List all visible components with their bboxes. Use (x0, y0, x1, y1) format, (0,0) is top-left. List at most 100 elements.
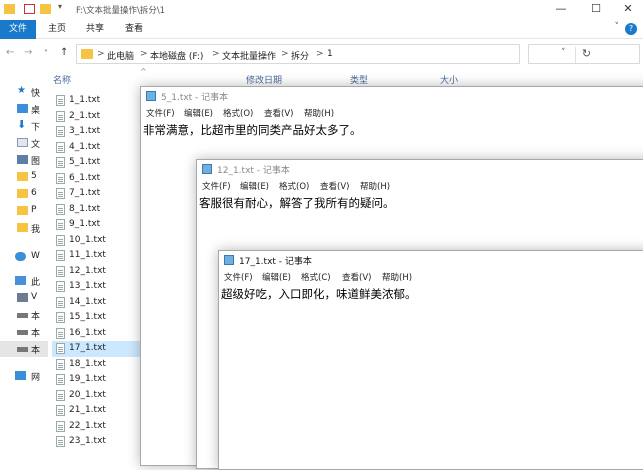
menu-format[interactable]: 格式(O) (279, 180, 309, 192)
file-row[interactable]: 7_1.txt (52, 186, 140, 202)
back-button[interactable]: ← (6, 47, 14, 58)
file-row[interactable]: 11_1.txt (52, 248, 140, 264)
file-row[interactable]: 6_1.txt (52, 171, 140, 187)
forward-button[interactable]: → (24, 47, 32, 58)
minimize-button[interactable]: — (545, 0, 577, 18)
help-icon[interactable]: ? (625, 23, 637, 35)
file-row[interactable]: 12_1.txt (52, 264, 140, 280)
tab-view[interactable]: 查看 (125, 20, 143, 39)
file-row[interactable]: 9_1.txt (52, 217, 140, 233)
file-name: 10_1.txt (69, 234, 106, 245)
tab-file[interactable]: 文件 (0, 20, 36, 39)
file-row[interactable]: 5_1.txt (52, 155, 140, 171)
menu-file[interactable]: 文件(F) (146, 107, 175, 119)
ribbon-expand-icon[interactable]: ˅ (615, 22, 620, 32)
address-bar[interactable]: > 此电脑 > 本地磁盘 (F:) > 文本批量操作 > 拆分 > 1 ˅ ↻ (76, 44, 591, 64)
file-row[interactable]: 20_1.txt (52, 388, 140, 404)
nav-item-label: P (31, 205, 37, 215)
nav-item-this-pc[interactable]: 此 (0, 273, 48, 289)
maximize-button[interactable]: ☐ (580, 0, 612, 18)
nav-item-wps-cloud[interactable]: W (0, 249, 48, 265)
breadcrumb-text-batch[interactable]: 文本批量操作 (222, 49, 276, 62)
quick-access-dropdown-icon[interactable]: ▾ (58, 2, 62, 12)
breadcrumb-this-pc[interactable]: 此电脑 (107, 49, 134, 62)
menu-help[interactable]: 帮助(H) (304, 107, 334, 119)
menu-file[interactable]: 文件(F) (202, 180, 231, 192)
nav-item-folder-6[interactable]: 6 (0, 186, 48, 202)
menu-view[interactable]: 查看(V) (342, 271, 371, 283)
breadcrumb-separator: > (212, 49, 220, 59)
file-row[interactable]: 1_1.txt (52, 93, 140, 109)
close-button[interactable]: ✕ (612, 0, 643, 18)
menu-file[interactable]: 文件(F) (224, 271, 253, 283)
file-row[interactable]: 16_1.txt (52, 326, 140, 342)
file-row[interactable]: 10_1.txt (52, 233, 140, 249)
column-header-type[interactable]: 类型 (350, 73, 368, 86)
notepad-text-area[interactable]: 客服很有耐心，解答了我所有的疑问。 (199, 195, 395, 211)
file-row[interactable]: 4_1.txt (52, 140, 140, 156)
recent-locations-button[interactable]: ˅ (44, 49, 48, 58)
notepad-text-area[interactable]: 非常满意，比超市里的同类产品好太多了。 (143, 122, 362, 138)
file-row[interactable]: 8_1.txt (52, 202, 140, 218)
file-row[interactable]: 17_1.txt (52, 341, 140, 357)
nav-item-folder-5[interactable]: 5 (0, 169, 48, 185)
file-row[interactable]: 3_1.txt (52, 124, 140, 140)
up-button[interactable]: ↑ (60, 47, 68, 58)
menu-help[interactable]: 帮助(H) (382, 271, 412, 283)
text-file-icon (56, 110, 65, 122)
file-row[interactable]: 15_1.txt (52, 310, 140, 326)
notepad-title-bar[interactable]: 12_1.txt - 记事本 (197, 160, 643, 178)
nav-item-drive-1[interactable]: 本 (0, 307, 48, 323)
file-row[interactable]: 23_1.txt (52, 434, 140, 450)
nav-item-quick-access[interactable]: ★ 快 (0, 84, 48, 100)
menu-edit[interactable]: 编辑(E) (262, 271, 291, 283)
file-row[interactable]: 22_1.txt (52, 419, 140, 435)
file-row[interactable]: 2_1.txt (52, 109, 140, 125)
breadcrumb-split[interactable]: 拆分 (291, 49, 309, 62)
tab-home[interactable]: 主页 (48, 20, 66, 39)
file-row[interactable]: 19_1.txt (52, 372, 140, 388)
nav-item-label: 6 (31, 188, 37, 198)
notepad-title-bar[interactable]: 5_1.txt - 记事本 (141, 87, 643, 105)
menu-format[interactable]: 格式(C) (301, 271, 331, 283)
breadcrumb-folder-1[interactable]: 1 (327, 49, 333, 59)
file-name: 18_1.txt (69, 358, 106, 369)
nav-item-drive-3[interactable]: 本 (0, 341, 48, 357)
text-file-icon (56, 281, 65, 292)
new-folder-icon[interactable] (40, 4, 51, 14)
nav-item-drive-2[interactable]: 本 (0, 324, 48, 340)
file-row[interactable]: 18_1.txt (52, 357, 140, 373)
column-header-date[interactable]: 修改日期 (246, 73, 282, 86)
file-row[interactable]: 14_1.txt (52, 295, 140, 311)
search-input[interactable] (528, 44, 640, 64)
menu-edit[interactable]: 编辑(E) (240, 180, 269, 192)
menu-edit[interactable]: 编辑(E) (184, 107, 213, 119)
column-header-name[interactable]: 名称 (53, 73, 71, 86)
text-file-icon (56, 95, 65, 106)
notepad-title: 5_1.txt - 记事本 (161, 93, 229, 103)
breadcrumb-drive-f[interactable]: 本地磁盘 (F:) (150, 49, 203, 62)
file-row[interactable]: 21_1.txt (52, 403, 140, 419)
notepad-title-bar[interactable]: 17_1.txt - 记事本 (219, 251, 643, 269)
file-row[interactable]: 13_1.txt (52, 279, 140, 295)
column-header-size[interactable]: 大小 (440, 73, 458, 86)
nav-item-folder-p[interactable]: P (0, 203, 48, 219)
menu-help[interactable]: 帮助(H) (360, 180, 390, 192)
file-list: 1_1.txt 2_1.txt 3_1.txt 4_1.txt 5_1.txt 6_1.t… (52, 93, 142, 457)
folder-icon (81, 49, 93, 59)
nav-item-network[interactable]: 网 (0, 368, 48, 384)
nav-item-pictures[interactable]: 图 (0, 152, 48, 168)
nav-item-desktop[interactable]: 桌 (0, 101, 48, 117)
nav-item-documents[interactable]: 文 (0, 135, 48, 151)
nav-item-folder-wo[interactable]: 我 (0, 220, 48, 236)
nav-item-downloads[interactable]: ⬇ 下 (0, 118, 48, 134)
tab-share[interactable]: 共享 (86, 20, 104, 39)
menu-view[interactable]: 查看(V) (320, 180, 349, 192)
nav-item-videos[interactable]: V (0, 290, 48, 306)
properties-icon[interactable] (24, 4, 35, 14)
menu-format[interactable]: 格式(O) (223, 107, 253, 119)
menu-view[interactable]: 查看(V) (264, 107, 293, 119)
breadcrumb-separator: > (97, 49, 105, 59)
notepad-text-area[interactable]: 超级好吃，入口即化，味道鲜美浓郁。 (221, 286, 417, 302)
notepad-window-17[interactable]: 17_1.txt - 记事本 文件(F) 编辑(E) 格式(C) 查看(V) 帮… (218, 250, 643, 470)
